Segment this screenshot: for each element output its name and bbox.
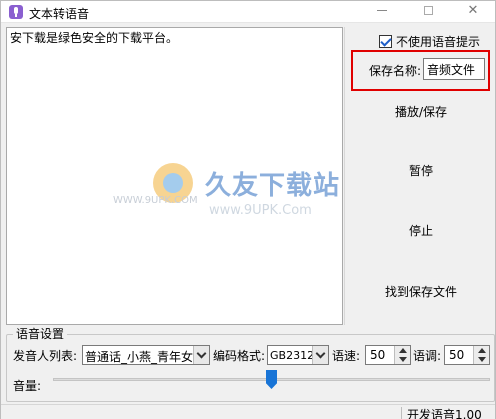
save-name-input[interactable]: 音频文件 bbox=[423, 58, 485, 80]
speaker-label: 发音人列表: bbox=[13, 349, 78, 363]
minimize-icon bbox=[377, 10, 387, 11]
speaker-value: 普通话_小燕_青年女 bbox=[85, 350, 194, 364]
speed-label: 语速: bbox=[332, 349, 361, 363]
chevron-down-icon[interactable] bbox=[312, 346, 328, 364]
no-voice-hint-checkbox[interactable] bbox=[379, 34, 392, 48]
speaker-select[interactable]: 普通话_小燕_青年女 bbox=[82, 345, 210, 365]
play-save-button[interactable]: 播放/保存 bbox=[351, 92, 491, 132]
find-saved-file-button[interactable]: 找到保存文件 bbox=[351, 272, 491, 312]
voice-settings-group bbox=[6, 334, 495, 402]
encoding-value: GB2312 bbox=[270, 349, 315, 362]
speed-value: 50 bbox=[370, 348, 386, 362]
maximize-button[interactable] bbox=[405, 1, 451, 23]
maximize-icon bbox=[423, 6, 433, 15]
volume-label: 音量: bbox=[13, 379, 42, 393]
status-separator bbox=[401, 407, 402, 419]
pause-button[interactable]: 暂停 bbox=[351, 151, 491, 191]
close-icon: ✕ bbox=[467, 3, 479, 18]
voice-settings-title: 语音设置 bbox=[13, 325, 68, 342]
speed-stepper[interactable]: 50 bbox=[365, 345, 411, 365]
arrow-down-icon[interactable] bbox=[478, 357, 486, 362]
close-button[interactable]: ✕ bbox=[450, 1, 496, 23]
pitch-spin-buttons[interactable] bbox=[473, 346, 489, 364]
pitch-value: 50 bbox=[449, 348, 465, 362]
save-name-highlight: 保存名称: 音频文件 bbox=[351, 50, 490, 91]
microphone-icon bbox=[9, 5, 23, 19]
minimize-button[interactable] bbox=[359, 1, 405, 23]
no-voice-hint-label: 不使用语音提示 bbox=[396, 34, 481, 49]
text-area-edge bbox=[344, 27, 345, 325]
encoding-label: 编码格式: bbox=[213, 349, 266, 363]
arrow-down-icon[interactable] bbox=[399, 357, 407, 362]
encoding-select[interactable]: GB2312 bbox=[267, 345, 329, 365]
text-input-area[interactable]: 安下载是绿色安全的下载平台。 bbox=[6, 27, 343, 325]
text-content: 安下载是绿色安全的下载平台。 bbox=[10, 31, 179, 45]
app-window: 文本转语音 ✕ 安下载是绿色安全的下载平台。 久友下载站 WWW.9UPK.CO… bbox=[0, 0, 496, 419]
save-name-label: 保存名称: bbox=[369, 64, 422, 78]
status-bar: 开发语音1.00 bbox=[1, 404, 495, 419]
arrow-up-icon[interactable] bbox=[399, 348, 407, 353]
stop-button[interactable]: 停止 bbox=[351, 211, 491, 251]
status-text: 开发语音1.00 bbox=[407, 408, 482, 419]
no-voice-hint-option[interactable]: 不使用语音提示 bbox=[379, 33, 480, 49]
speed-spin-buttons[interactable] bbox=[394, 346, 410, 364]
window-title: 文本转语音 bbox=[29, 7, 90, 21]
title-bar[interactable]: 文本转语音 ✕ bbox=[1, 1, 495, 23]
arrow-up-icon[interactable] bbox=[478, 348, 486, 353]
chevron-down-icon[interactable] bbox=[193, 346, 209, 364]
pitch-label: 语调: bbox=[413, 349, 442, 363]
pitch-stepper[interactable]: 50 bbox=[444, 345, 490, 365]
